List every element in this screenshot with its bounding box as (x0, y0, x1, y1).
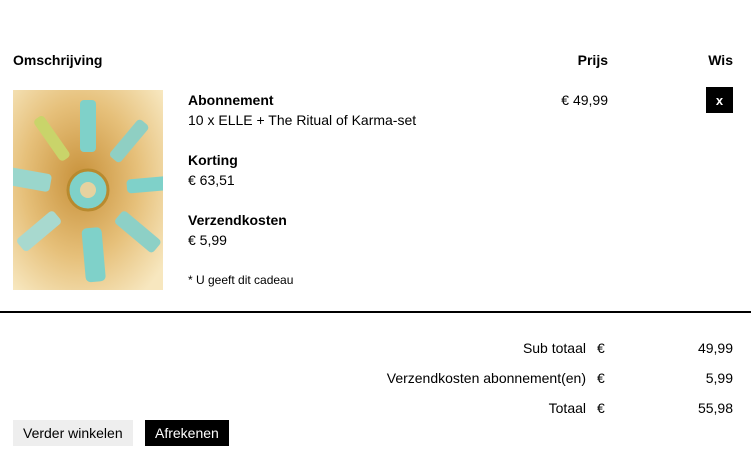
summary-row-shipping: Verzendkosten abonnement(en) € 5,99 (0, 370, 751, 390)
summary-row-total: Totaal € 55,98 (0, 400, 751, 420)
delete-item-button[interactable]: x (706, 87, 733, 113)
discount-value: € 63,51 (188, 172, 235, 188)
shipping-label: Verzendkosten (188, 212, 287, 228)
item-price: € 49,99 (561, 92, 608, 108)
summary-value: 49,99 (697, 340, 733, 356)
subscription-description: 10 x ELLE + The Ritual of Karma-set (188, 112, 417, 128)
divider (0, 311, 751, 313)
summary-label: Totaal (548, 400, 586, 416)
summary-currency: € (597, 340, 605, 356)
close-icon: x (715, 92, 724, 108)
summary-currency: € (597, 400, 605, 416)
continue-shopping-button[interactable]: Verder winkelen (13, 420, 133, 446)
summary-label: Verzendkosten abonnement(en) (386, 370, 586, 386)
summary-row-subtotal: Sub totaal € 49,99 (0, 340, 751, 360)
summary-value: 5,99 (705, 370, 733, 386)
summary-label: Sub totaal (522, 340, 586, 356)
header-delete: Wis (708, 52, 733, 68)
summary-value: 55,98 (697, 400, 733, 416)
summary-currency: € (597, 370, 605, 386)
gift-note: * U geeft dit cadeau (188, 273, 294, 287)
checkout-button[interactable]: Afrekenen (145, 420, 229, 446)
discount-label: Korting (188, 152, 238, 168)
header-description: Omschrijving (13, 52, 103, 68)
header-price: Prijs (577, 52, 608, 68)
subscription-label: Abonnement (188, 92, 274, 108)
shipping-value: € 5,99 (188, 232, 227, 248)
product-image[interactable] (13, 90, 163, 290)
